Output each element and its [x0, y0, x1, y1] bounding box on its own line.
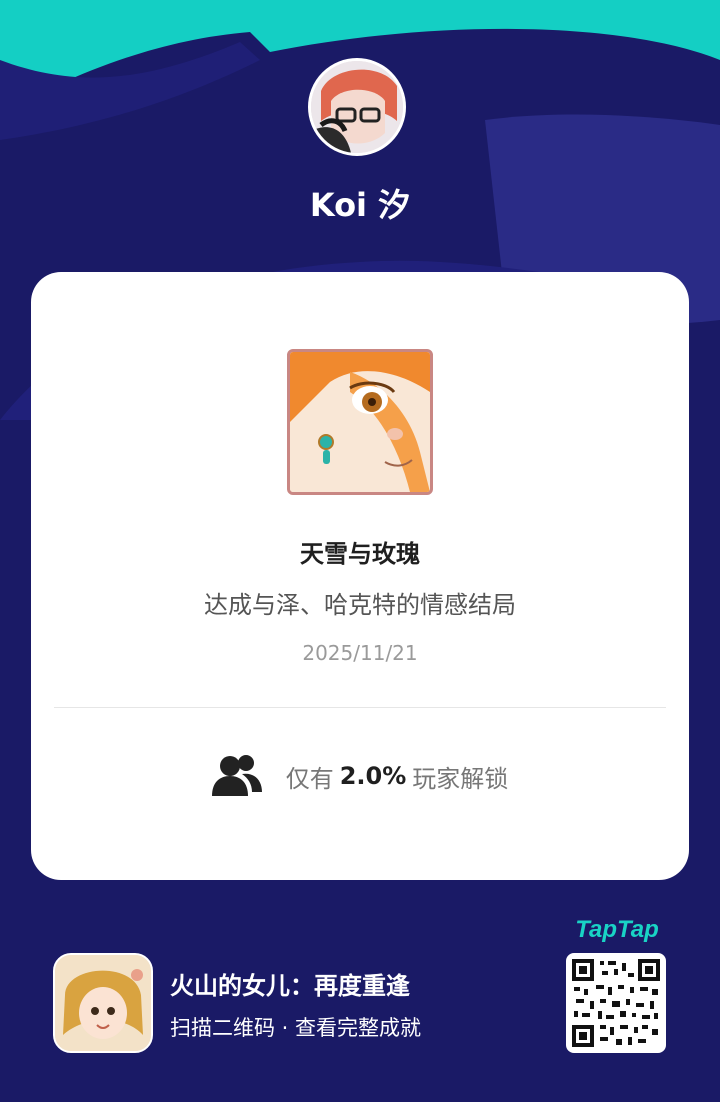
unlock-stat: 仅有 2.0% 玩家解锁	[31, 754, 689, 798]
game-app-icon[interactable]	[53, 953, 153, 1053]
achievement-date: 2025/11/21	[302, 641, 418, 665]
avatar-image-icon	[311, 61, 403, 153]
stat-prefix: 仅有	[285, 764, 334, 793]
stat-percent: 2.0%	[339, 762, 407, 790]
achievement-card: 天雪与玫瑰 达成与泽、哈克特的情感结局 2025/11/21 仅有 2.0% 玩…	[31, 272, 689, 880]
achievement-title: 天雪与玫瑰	[300, 540, 420, 568]
qr-code-icon	[572, 959, 660, 1047]
username: Koi 汐	[309, 186, 411, 224]
game-name: 火山的女儿：再度重逢	[170, 972, 410, 1000]
stat-suffix: 玩家解锁	[412, 764, 509, 793]
users-icon	[211, 755, 262, 796]
card-divider	[54, 707, 666, 708]
avatar[interactable]	[308, 58, 406, 156]
achievement-description: 达成与泽、哈克特的情感结局	[204, 591, 516, 619]
scan-hint: 扫描二维码 · 查看完整成就	[170, 1016, 422, 1040]
achievement-portrait-icon	[287, 349, 433, 495]
taptap-logo: TapTap	[575, 916, 659, 943]
qr-code[interactable]	[566, 953, 666, 1053]
